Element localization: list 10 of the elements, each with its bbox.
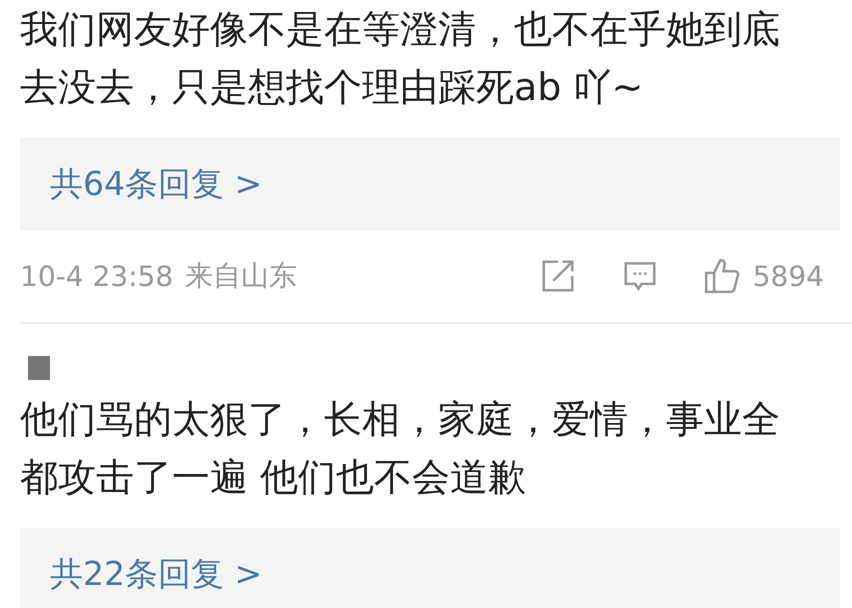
replies-link[interactable]: 共22条回复 >: [50, 552, 262, 596]
comment-text: 我们网友好像不是在等澄清，也不在乎她到底: [20, 6, 781, 53]
thumbs-up-icon[interactable]: [702, 257, 741, 295]
comment-location: 来自山东: [185, 258, 298, 294]
comment-text: 他们骂的太狠了，长相，家庭，爱情，事业全: [20, 396, 781, 443]
comment-text: 去没去，只是想找个理由踩死ab 吖~: [20, 64, 644, 111]
like-count: 5894: [752, 260, 824, 292]
comment-text: 都攻击了一遍 他们也不会道歉: [20, 454, 528, 501]
comment-time: 10-4 23:58: [20, 260, 174, 292]
replies-link[interactable]: 共64条回复 >: [50, 162, 262, 206]
